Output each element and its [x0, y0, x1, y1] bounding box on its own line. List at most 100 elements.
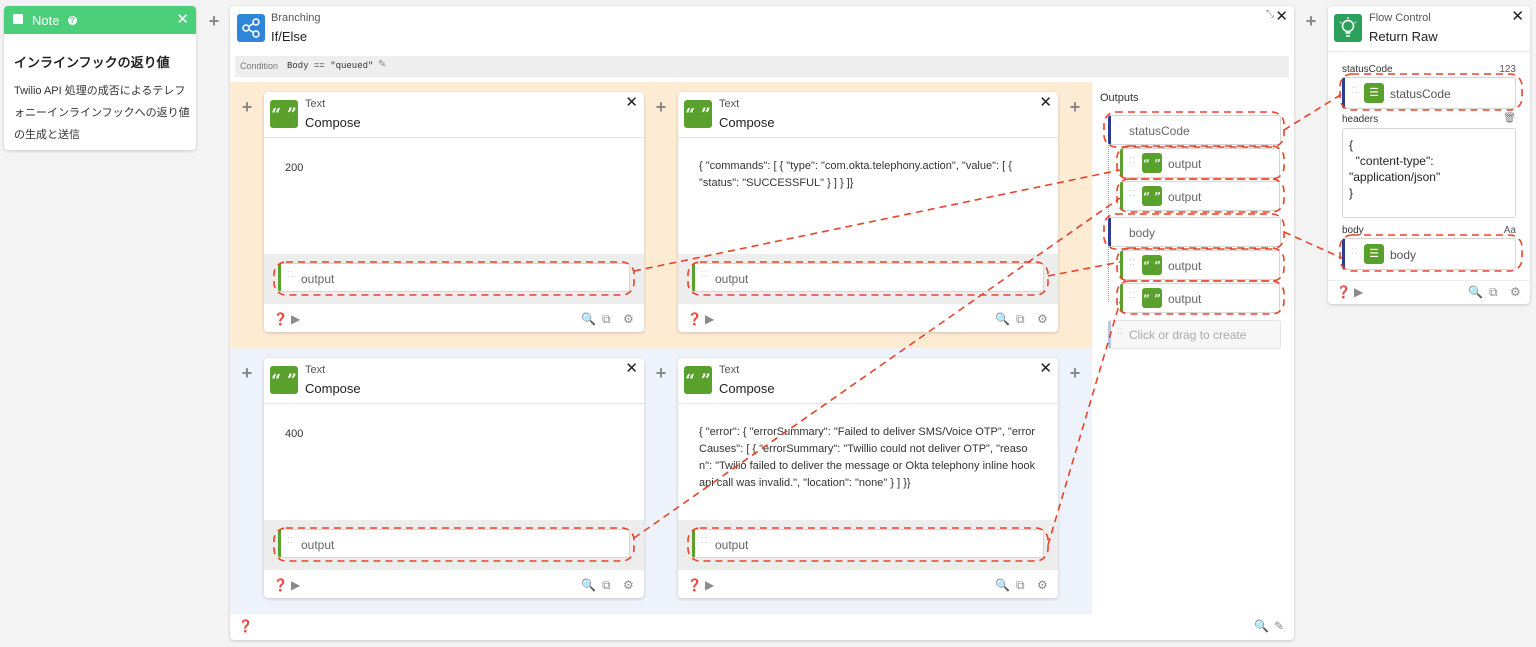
drag-handle-icon[interactable]: ⁚⁚ [1351, 248, 1358, 256]
branching-icon [237, 14, 265, 42]
status-code-field-label: statusCode [1342, 64, 1393, 75]
add-card-plus-icon[interactable]: + [1304, 12, 1318, 30]
create-output-placeholder: Click or drag to create [1129, 328, 1247, 342]
quote-icon: “ ” [1142, 153, 1162, 173]
collapse-icon[interactable]: ⤡ [1266, 9, 1274, 20]
card-content[interactable]: { "error": { "errorSummary": "Failed to … [699, 424, 1039, 492]
output-status-code[interactable]: statusCode [1108, 115, 1281, 145]
note-title: インラインフックの返り値 [14, 55, 170, 70]
close-note-icon[interactable]: ✕ [176, 10, 189, 28]
drag-handle-icon[interactable]: ⁚⁚ [1129, 259, 1136, 267]
search-icon[interactable]: 🔍 [995, 313, 1010, 325]
card-content[interactable]: 200 [285, 160, 625, 177]
copy-icon[interactable]: ⧉ [1016, 579, 1025, 591]
drag-handle-icon[interactable]: ⁚⁚ [1129, 157, 1136, 165]
close-card-icon[interactable]: ✕ [1039, 361, 1052, 376]
play-icon[interactable]: ▶ [291, 579, 300, 591]
output-item[interactable]: ⁚⁚ “ ” output [1120, 148, 1280, 178]
note-header: Note ? ✕ [4, 6, 196, 34]
output-field[interactable]: ⁚⁚ output [692, 529, 1044, 558]
quote-icon: “ ” [270, 100, 298, 128]
return-raw-card: Flow Control Return Raw ✕ statusCode 123… [1328, 6, 1530, 304]
condition-value: Body == "queued" [287, 61, 374, 71]
add-card-plus-icon[interactable]: + [207, 12, 221, 30]
add-before-card-1-plus-icon[interactable]: + [240, 98, 254, 116]
search-icon[interactable]: 🔍 [995, 579, 1010, 591]
copy-icon[interactable]: ⧉ [602, 579, 611, 591]
play-icon[interactable]: ▶ [705, 579, 714, 591]
search-icon[interactable]: 🔍 [1468, 286, 1483, 298]
drag-handle-icon[interactable]: ⁚⁚ [287, 271, 294, 279]
help-icon[interactable]: ❓ [273, 579, 288, 591]
play-icon[interactable]: ▶ [705, 313, 714, 325]
sliders-icon: ☰ [1364, 83, 1384, 103]
condition-bar[interactable]: Condition Body == "queued" ✎ [235, 56, 1289, 77]
output-field[interactable]: ⁚⁚ output [278, 263, 630, 292]
output-item[interactable]: ⁚⁚ “ ” output [1120, 181, 1280, 211]
help-icon[interactable]: ❓ [1336, 286, 1351, 298]
drag-handle-icon[interactable]: ⁚⁚ [1351, 87, 1358, 95]
card-title: Compose [719, 115, 775, 130]
drag-handle-icon[interactable]: ⁚⁚ [1129, 190, 1136, 198]
add-between-cards-plus-icon[interactable]: + [654, 98, 668, 116]
output-item[interactable]: ⁚⁚ “ ” output [1120, 283, 1280, 313]
output-item-label: output [1168, 190, 1202, 204]
gear-icon[interactable]: ⚙ [1037, 313, 1048, 325]
body-input[interactable]: ⁚⁚ ☰ body [1342, 238, 1516, 270]
help-icon[interactable]: ❓ [687, 313, 702, 325]
add-before-card-3-plus-icon[interactable]: + [240, 364, 254, 382]
output-body[interactable]: body [1108, 217, 1281, 247]
trash-icon[interactable]: 🗑 [1503, 113, 1516, 124]
gear-icon[interactable]: ⚙ [1037, 579, 1048, 591]
gear-icon[interactable]: ⚙ [1510, 286, 1521, 298]
gear-icon[interactable]: ⚙ [623, 313, 634, 325]
add-after-card-2-plus-icon[interactable]: + [1068, 98, 1082, 116]
copy-icon[interactable]: ⧉ [602, 313, 611, 325]
close-flow-icon[interactable]: ✕ [1511, 9, 1524, 24]
headers-textarea[interactable]: { "content-type": "application/json" } [1342, 128, 1516, 218]
drag-handle-icon[interactable]: ⁚⁚ [701, 537, 708, 545]
lightbulb-icon [1334, 14, 1362, 42]
gear-icon[interactable]: ⚙ [623, 579, 634, 591]
output-item[interactable]: ⁚⁚ “ ” output [1120, 250, 1280, 280]
flow-title: Return Raw [1369, 29, 1438, 44]
close-card-icon[interactable]: ✕ [1039, 95, 1052, 110]
drag-handle-icon[interactable]: ⁚⁚ [1117, 328, 1124, 336]
note-card: Note ? ✕ インラインフックの返り値 Twilio API 処理の成否によ… [4, 6, 196, 150]
close-card-icon[interactable]: ✕ [625, 361, 638, 376]
info-icon[interactable]: ? [68, 16, 77, 25]
add-after-card-4-plus-icon[interactable]: + [1068, 364, 1082, 382]
card-content[interactable]: { "commands": [ { "type": "com.okta.tele… [699, 158, 1039, 192]
close-branching-icon[interactable]: ✕ [1275, 9, 1288, 24]
output-body-label: body [1129, 226, 1156, 240]
search-icon[interactable]: 🔍 [581, 313, 596, 325]
output-field[interactable]: ⁚⁚ output [692, 263, 1044, 292]
close-card-icon[interactable]: ✕ [625, 95, 638, 110]
status-code-input[interactable]: ⁚⁚ ☰ statusCode [1342, 77, 1516, 109]
search-icon[interactable]: 🔍 [581, 579, 596, 591]
help-icon[interactable]: ❓ [238, 620, 253, 632]
output-item-label: output [1168, 292, 1202, 306]
condition-label: Condition [240, 61, 279, 71]
output-label: output [301, 538, 335, 552]
copy-icon[interactable]: ⧉ [1489, 286, 1498, 298]
play-icon[interactable]: ▶ [291, 313, 300, 325]
copy-icon[interactable]: ⧉ [1016, 313, 1025, 325]
play-icon[interactable]: ▶ [1354, 286, 1363, 298]
add-between-cards-plus-icon[interactable]: + [654, 364, 668, 382]
card-content[interactable]: 400 [285, 426, 625, 443]
help-icon[interactable]: ❓ [687, 579, 702, 591]
status-code-type[interactable]: 123 [1499, 64, 1516, 75]
drag-handle-icon[interactable]: ⁚⁚ [701, 271, 708, 279]
edit-icon[interactable]: ✎ [1274, 620, 1284, 632]
edit-condition-icon[interactable]: ✎ [378, 59, 386, 70]
quote-icon: “ ” [1142, 288, 1162, 308]
create-output-dropzone[interactable]: ⁚⁚ Click or drag to create [1108, 320, 1281, 349]
output-field[interactable]: ⁚⁚ output [278, 529, 630, 558]
body-type[interactable]: Aa [1504, 225, 1516, 236]
help-icon[interactable]: ❓ [273, 313, 288, 325]
drag-handle-icon[interactable]: ⁚⁚ [1129, 292, 1136, 300]
search-icon[interactable]: 🔍 [1254, 620, 1269, 632]
card-title: Compose [305, 381, 361, 396]
drag-handle-icon[interactable]: ⁚⁚ [287, 537, 294, 545]
